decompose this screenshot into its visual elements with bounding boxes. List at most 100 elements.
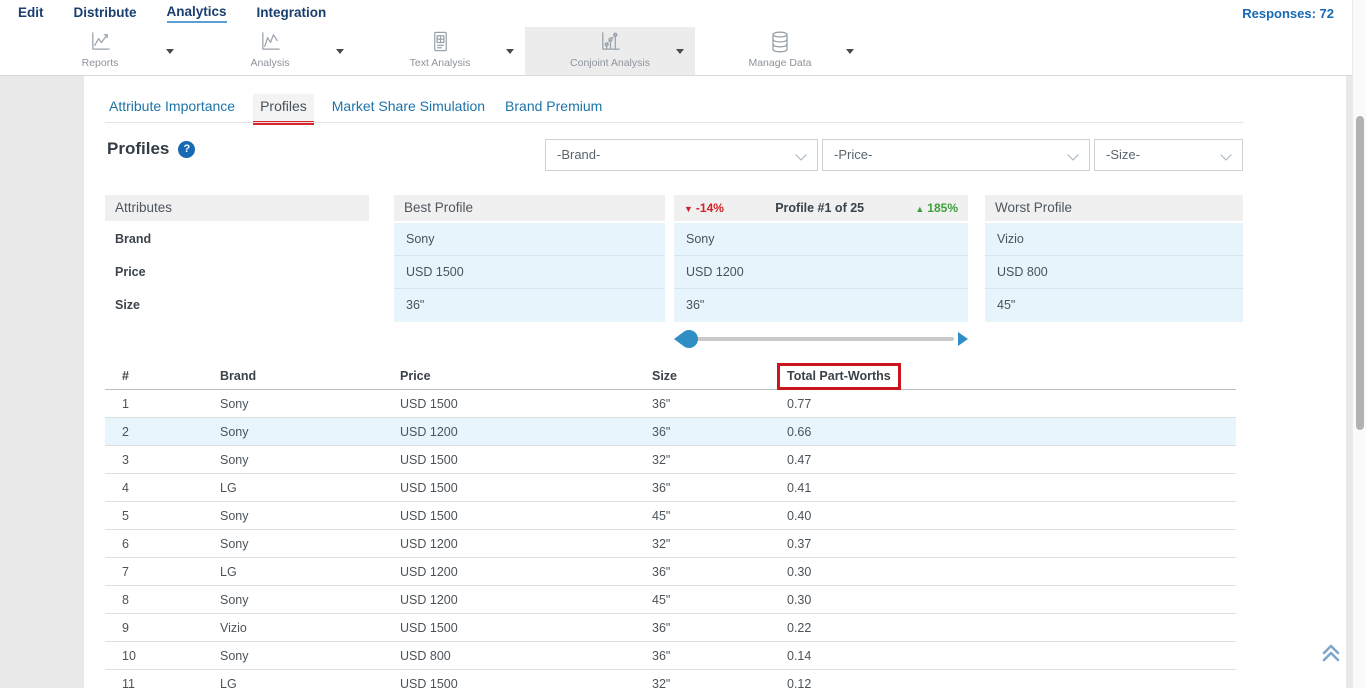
table-cell: LG [220, 558, 237, 586]
best-profile-header: Best Profile [394, 195, 665, 221]
table-cell: Sony [220, 502, 249, 530]
help-icon[interactable]: ? [178, 141, 195, 158]
attributes-panel: Attributes BrandPriceSize [105, 195, 369, 322]
filter-dropdown-size[interactable]: -Size- [1094, 139, 1243, 171]
table-row[interactable]: 2SonyUSD 120036"0.66 [105, 418, 1236, 446]
table-cell: USD 800 [400, 642, 451, 670]
table-row[interactable]: 3SonyUSD 150032"0.47 [105, 446, 1236, 474]
column-header-total-part-worths[interactable]: Total Part-Worths [787, 363, 891, 390]
back-to-top-button[interactable] [1318, 640, 1344, 666]
profile-value: Vizio [985, 223, 1243, 256]
profiles-table: # Brand Price Size Total Part-Worths 1 Sony US… [105, 363, 1236, 688]
table-cell: 36" [652, 418, 670, 446]
table-cell: 36" [652, 390, 670, 418]
toolbar-item-text-analysis[interactable]: Text Analysis [355, 27, 525, 75]
tab-profiles[interactable]: Profiles [253, 94, 314, 125]
table-cell: 10 [122, 642, 136, 670]
column-header-price[interactable]: Price [400, 363, 431, 390]
column-header-[interactable]: # [122, 363, 129, 390]
profile-counter: Profile #1 of 25 [775, 195, 864, 221]
table-row[interactable]: 6SonyUSD 120032"0.37 [105, 530, 1236, 558]
table-cell: USD 1500 [400, 614, 458, 642]
table-cell: Sony [220, 390, 249, 418]
worst-profile-values: VizioUSD 80045" [985, 223, 1243, 322]
table-cell: 32" [652, 446, 670, 474]
table-cell: Sony [220, 530, 249, 558]
chevron-down-icon [1220, 149, 1231, 160]
top-nav-bar: Edit Distribute Analytics Integration Respo… [0, 0, 1366, 27]
conjoint-analysis-icon [540, 30, 680, 56]
tab-market-share-simulation[interactable]: Market Share Simulation [330, 94, 487, 125]
table-row[interactable]: 4LGUSD 150036"0.41 [105, 474, 1236, 502]
table-cell: 11 [122, 670, 135, 688]
table-cell: 0.30 [787, 558, 811, 586]
table-cell: 4 [122, 474, 129, 502]
current-profile-values: SonyUSD 120036" [674, 223, 968, 322]
toolbar-item-manage-data[interactable]: Manage Data [695, 27, 865, 75]
toolbar-item-analysis[interactable]: Analysis [185, 27, 355, 75]
filter-dropdown-brand[interactable]: -Brand- [545, 139, 818, 171]
dropdown-caret-icon[interactable] [336, 49, 344, 54]
slider-next-arrow-icon[interactable] [958, 332, 968, 346]
dropdown-caret-icon[interactable] [166, 49, 174, 54]
page-title: Profiles [107, 139, 169, 159]
scrollbar-thumb[interactable] [1356, 116, 1364, 430]
filter-dropdown-price[interactable]: -Price- [822, 139, 1090, 171]
table-row[interactable]: 9VizioUSD 150036"0.22 [105, 614, 1236, 642]
table-row[interactable]: 7LGUSD 120036"0.30 [105, 558, 1236, 586]
table-cell: 0.77 [787, 390, 811, 418]
dropdown-caret-icon[interactable] [676, 49, 684, 54]
chevron-down-icon [1067, 149, 1078, 160]
toolbar-item-label: Conjoint Analysis [540, 57, 680, 69]
table-cell: Sony [220, 446, 249, 474]
slider-track[interactable] [686, 337, 954, 341]
table-cell: USD 1500 [400, 474, 458, 502]
column-header-brand[interactable]: Brand [220, 363, 256, 390]
table-cell: 8 [122, 586, 129, 614]
table-cell: 1 [122, 390, 129, 418]
analysis-chart-icon [200, 30, 340, 56]
best-profile-values: SonyUSD 150036" [394, 223, 665, 322]
triangle-down-icon: ▼ [684, 204, 693, 214]
reports-chart-icon [30, 30, 170, 56]
profile-value: Sony [394, 223, 665, 256]
table-row[interactable]: 5SonyUSD 150045"0.40 [105, 502, 1236, 530]
table-row[interactable]: 1SonyUSD 150036"0.77 [105, 390, 1236, 418]
table-cell: 5 [122, 502, 129, 530]
text-analysis-icon [370, 30, 510, 56]
table-cell: 0.66 [787, 418, 811, 446]
dropdown-caret-icon[interactable] [506, 49, 514, 54]
toolbar-item-conjoint-analysis[interactable]: Conjoint Analysis [525, 27, 695, 75]
decrease-value: -14% [696, 201, 724, 215]
analytics-toolbar: Reports Analysis Text Analysis Conjoint Ana… [0, 27, 1366, 76]
current-profile-header: ▼-14% Profile #1 of 25 ▲185% [674, 195, 968, 221]
toolbar-item-reports[interactable]: Reports [15, 27, 185, 75]
increase-value: 185% [927, 201, 958, 215]
table-cell: 36" [652, 642, 670, 670]
table-row[interactable]: 11LGUSD 150032"0.12 [105, 670, 1236, 688]
top-nav-edit[interactable]: Edit [18, 5, 44, 22]
profile-value: 36" [674, 289, 968, 322]
dropdown-caret-icon[interactable] [846, 49, 854, 54]
top-nav-analytics[interactable]: Analytics [167, 4, 227, 23]
toolbar-item-label: Manage Data [710, 57, 850, 69]
dropdown-selected-value: -Brand- [557, 147, 600, 162]
tab-attribute-importance[interactable]: Attribute Importance [107, 94, 237, 125]
slider-handle[interactable] [680, 330, 698, 348]
table-cell: USD 1500 [400, 670, 458, 688]
column-header-size[interactable]: Size [652, 363, 677, 390]
top-nav-integration[interactable]: Integration [257, 5, 327, 22]
profile-slider[interactable] [674, 329, 968, 349]
table-row[interactable]: 8SonyUSD 120045"0.30 [105, 586, 1236, 614]
table-cell: USD 1500 [400, 446, 458, 474]
toolbar-item-label: Analysis [200, 57, 340, 69]
responses-count[interactable]: Responses: 72 [1242, 6, 1334, 21]
scrollbar-track[interactable] [1352, 0, 1366, 688]
tab-brand-premium[interactable]: Brand Premium [503, 94, 604, 125]
table-cell: 3 [122, 446, 129, 474]
profile-value: USD 1200 [674, 256, 968, 289]
table-row[interactable]: 10SonyUSD 80036"0.14 [105, 642, 1236, 670]
chevron-down-icon [795, 149, 806, 160]
top-nav-distribute[interactable]: Distribute [74, 5, 137, 22]
decrease-percent: ▼-14% [684, 195, 724, 222]
